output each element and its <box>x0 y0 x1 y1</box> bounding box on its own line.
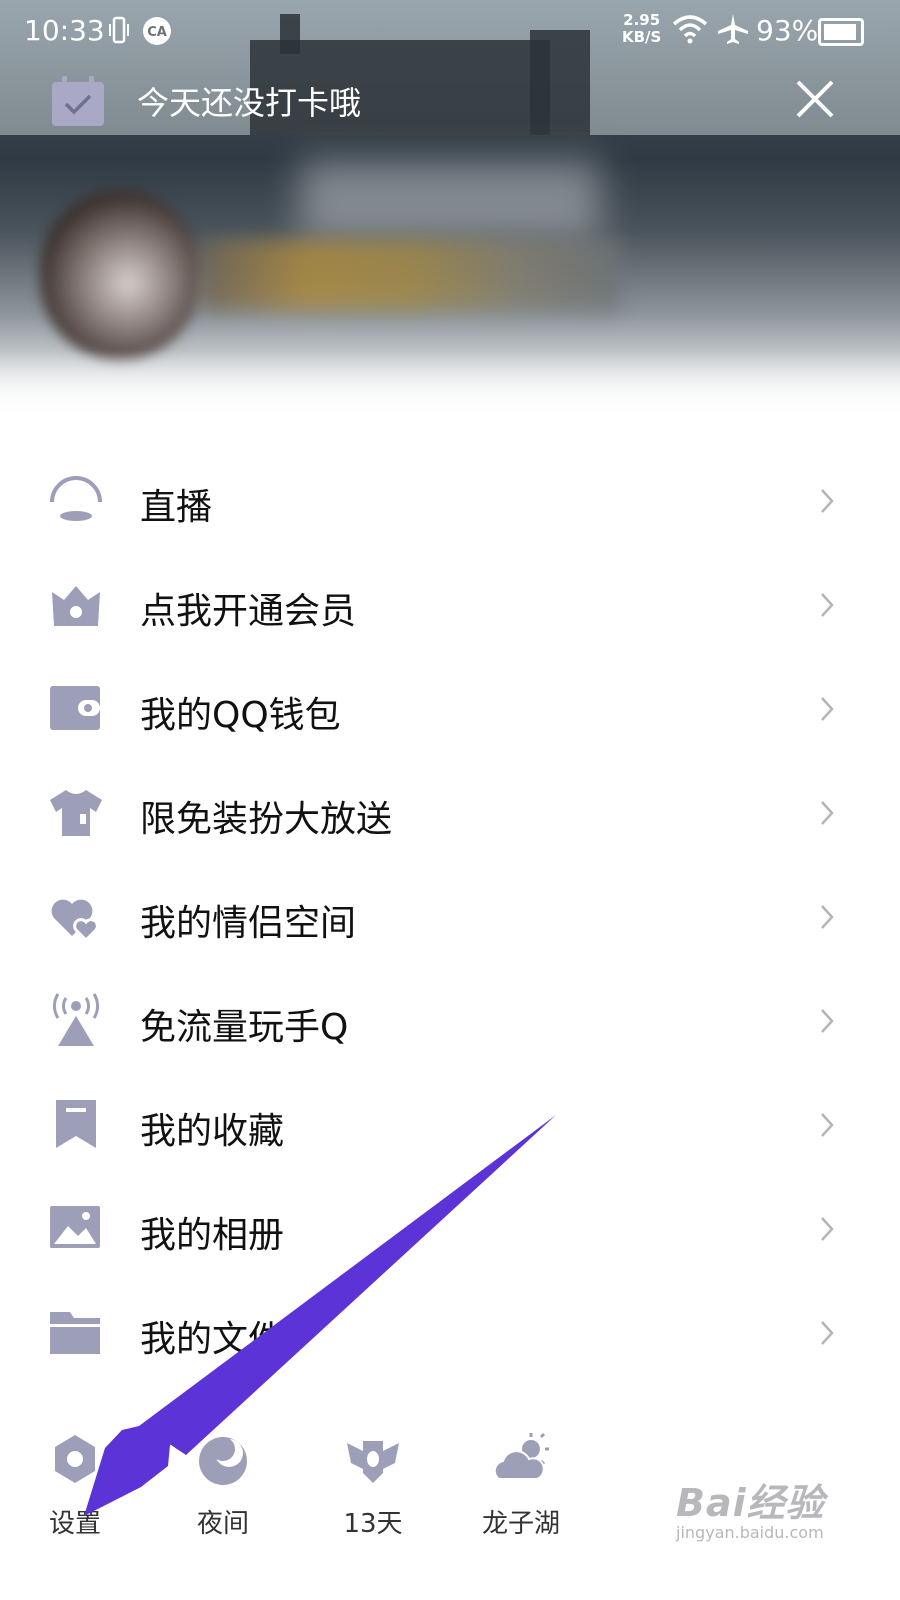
menu-item-label: 我的文件 <box>140 1319 285 1360</box>
settings-gear-icon <box>55 1435 95 1483</box>
header-photo-blur <box>300 160 600 240</box>
menu-item-label: 直播 <box>140 487 213 528</box>
signal-tower-icon <box>53 993 99 1046</box>
menu-item-label: 限免装扮大放送 <box>140 799 393 840</box>
menu-item-label: 免流量玩手Q <box>140 1007 349 1048</box>
header-photo-blur-strip <box>200 240 620 310</box>
battery-icon <box>818 18 864 46</box>
chevron-right-icon <box>821 489 834 513</box>
menu-item-vip[interactable]: 点我开通会员 <box>0 554 900 658</box>
header-fade <box>0 350 900 420</box>
chevron-right-icon <box>821 1009 834 1033</box>
folder-icon <box>50 1312 100 1354</box>
wallet-icon <box>50 686 100 730</box>
menu-item-files[interactable]: 我的文件 <box>0 1282 900 1386</box>
menu-item-free-data[interactable]: 免流量玩手Q <box>0 970 900 1074</box>
app-notification-icon: CA <box>143 17 171 45</box>
menu-item-label: 我的相册 <box>140 1215 285 1256</box>
menu-item-live[interactable]: 直播 <box>0 450 900 554</box>
night-mode-button[interactable]: 夜间 <box>168 1425 278 1555</box>
live-icon <box>50 476 102 521</box>
baidu-jingyan-watermark: Bai经验 jingyan.baidu.com <box>676 1472 825 1542</box>
chevron-right-icon <box>821 593 834 617</box>
menu-item-album[interactable]: 我的相册 <box>0 1178 900 1282</box>
chevron-right-icon <box>821 1217 834 1241</box>
photo-icon <box>50 1206 100 1248</box>
menu-item-label: 我的收藏 <box>140 1111 285 1152</box>
menu-item-couple-space[interactable]: 我的情侣空间 <box>0 866 900 970</box>
network-speed: 2.95 KB/S <box>622 12 661 46</box>
days-badge-button[interactable]: 13天 <box>318 1425 428 1555</box>
chevron-right-icon <box>821 1321 834 1345</box>
close-icon[interactable] <box>790 74 840 124</box>
menu-item-label: 我的QQ钱包 <box>140 695 341 736</box>
menu-item-label: 我的情侣空间 <box>140 903 357 944</box>
checkin-banner: 今天还没打卡哦 <box>0 70 900 130</box>
menu-item-dressup[interactable]: 限免装扮大放送 <box>0 762 900 866</box>
network-speed-value: 2.95 <box>623 11 661 29</box>
night-mode-label: 夜间 <box>196 1509 249 1539</box>
status-bar: 10:33 CA 2.95 KB/S 93% <box>0 0 900 60</box>
avatar[interactable] <box>40 190 200 360</box>
menu-item-favorites[interactable]: 我的收藏 <box>0 1074 900 1178</box>
chevron-right-icon <box>821 697 834 721</box>
watermark-brand: Bai经验 <box>676 1481 825 1525</box>
moon-icon <box>199 1437 247 1485</box>
menu-item-label: 点我开通会员 <box>140 591 357 632</box>
chevron-right-icon <box>821 1113 834 1137</box>
weather-button[interactable]: 龙子湖 <box>466 1425 576 1555</box>
weather-partly-cloudy-icon <box>493 1432 549 1480</box>
wifi-icon <box>672 15 708 44</box>
crown-bag-icon <box>52 586 100 626</box>
airplane-mode-icon <box>718 14 748 44</box>
profile-header-background <box>0 0 900 420</box>
battery-level <box>824 24 856 40</box>
watermark-url: jingyan.baidu.com <box>676 1523 824 1542</box>
calendar-check-icon[interactable] <box>50 74 106 128</box>
svg-text:CA: CA <box>147 25 167 40</box>
vibrate-icon <box>109 16 129 44</box>
network-speed-unit: KB/S <box>622 28 662 46</box>
status-time: 10:33 <box>24 14 105 47</box>
days-label: 13天 <box>343 1509 403 1539</box>
bookmark-icon <box>56 1100 96 1148</box>
weather-location-label: 龙子湖 <box>481 1509 560 1539</box>
battery-percent: 93% <box>756 14 819 47</box>
chevron-right-icon <box>821 905 834 929</box>
winged-badge-icon <box>347 1441 399 1483</box>
hearts-icon <box>51 899 99 943</box>
menu-item-wallet[interactable]: 我的QQ钱包 <box>0 658 900 762</box>
settings-label: 设置 <box>48 1509 101 1539</box>
settings-button[interactable]: 设置 <box>20 1425 130 1555</box>
tshirt-icon <box>50 790 102 836</box>
chevron-right-icon <box>821 801 834 825</box>
checkin-message[interactable]: 今天还没打卡哦 <box>137 78 361 124</box>
